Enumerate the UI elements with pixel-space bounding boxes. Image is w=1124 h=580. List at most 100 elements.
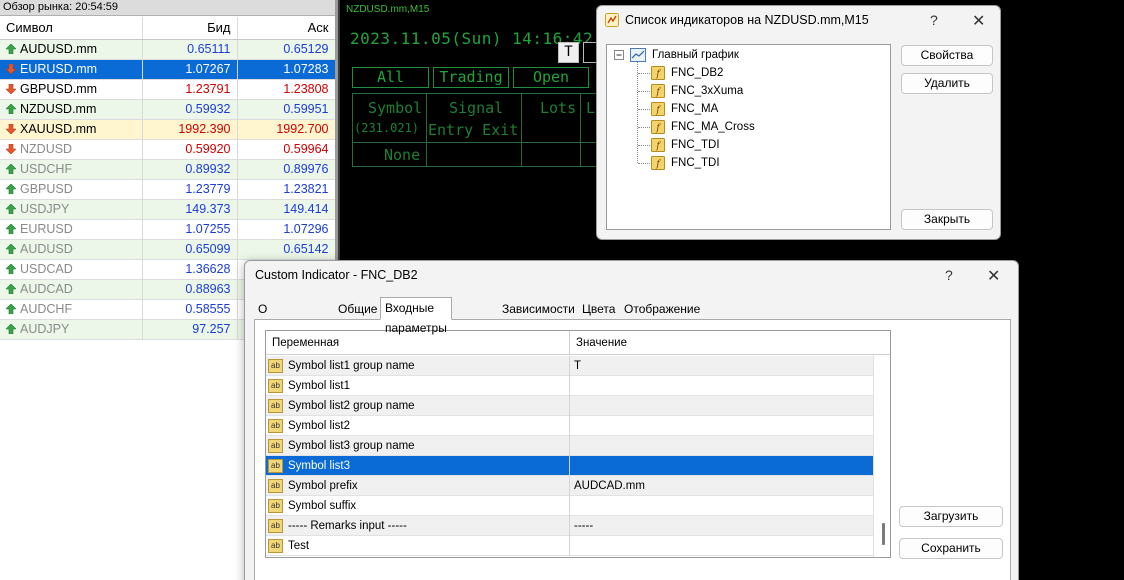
chart-grid-row-cell [521, 142, 581, 167]
parameter-row[interactable]: ab Symbol list1 [266, 376, 873, 396]
string-type-icon: ab [268, 379, 283, 393]
parameter-row[interactable]: ab Symbol suffix [266, 496, 873, 516]
bid-cell: 1992.390 [142, 119, 238, 140]
symbol-cell: USDCHF [0, 159, 143, 180]
chart-t-button[interactable]: T [558, 42, 579, 63]
column-header-ask[interactable]: Аск [237, 17, 336, 40]
market-watch-row[interactable]: USDJPY 149.373 149.414 [0, 199, 336, 220]
parameter-row[interactable]: ab Symbol list3 group name [266, 436, 873, 456]
market-watch-row[interactable]: USDCHF 0.89932 0.89976 [0, 159, 336, 180]
ask-cell: 1.07283 [237, 59, 336, 80]
parameter-row[interactable]: ab Symbol list2 group name [266, 396, 873, 416]
parameter-row[interactable]: ab Test [266, 536, 873, 556]
string-type-icon: ab [268, 499, 283, 513]
ask-cell: 0.65142 [237, 239, 336, 260]
indicator-icon: f [651, 102, 665, 116]
column-header-bid[interactable]: Бид [142, 17, 238, 40]
ask-cell: 1992.700 [237, 119, 336, 140]
parameter-row[interactable]: ab Symbol list2 [266, 416, 873, 436]
help-icon[interactable]: ? [945, 267, 953, 283]
parameters-grid[interactable]: Переменная Значение ab Symbol list1 group… [265, 330, 891, 558]
symbol-cell: EURUSD [0, 219, 143, 240]
market-watch-row[interactable]: EURUSD.mm 1.07267 1.07283 [0, 59, 336, 80]
tab-display[interactable]: Отображение [620, 300, 704, 319]
symbol-name: GBPUSD [20, 182, 73, 196]
tree-line [638, 73, 650, 74]
tree-item-indicator[interactable]: FNC_TDI [671, 157, 720, 169]
arrow-up-icon [6, 324, 16, 334]
column-divider [569, 476, 570, 496]
arrow-up-icon [6, 104, 16, 114]
collapse-icon[interactable] [614, 50, 624, 60]
market-watch-row[interactable]: GBPUSD 1.23779 1.23821 [0, 179, 336, 200]
tree-item-indicator[interactable]: FNC_3xXuma [671, 85, 743, 97]
symbol-cell: GBPUSD.mm [0, 79, 143, 100]
market-watch-row[interactable]: NZDUSD 0.59920 0.59964 [0, 139, 336, 160]
delete-button[interactable]: Удалить [901, 73, 993, 94]
string-type-icon: ab [268, 439, 283, 453]
dialog-title: Список индикаторов на NZDUSD.mm,M15 [625, 13, 869, 27]
symbol-name: USDCHF [20, 162, 73, 176]
market-watch-row[interactable]: EURUSD 1.07255 1.07296 [0, 219, 336, 240]
market-watch-row[interactable]: XAUUSD.mm 1992.390 1992.700 [0, 119, 336, 140]
market-watch-row[interactable]: GBPUSD.mm 1.23791 1.23808 [0, 79, 336, 100]
symbol-name: AUDCHF [20, 302, 73, 316]
parameter-value[interactable]: AUDCAD.mm [574, 476, 645, 496]
parameter-row[interactable]: ab ----- Remarks input ----- ----- [266, 516, 873, 536]
save-button[interactable]: Сохранить [899, 538, 1003, 559]
tree-item-indicator[interactable]: FNC_MA [671, 103, 718, 115]
symbol-cell: NZDUSD [0, 139, 143, 160]
symbol-name: AUDJPY [20, 322, 70, 336]
chart-grid-none: None [384, 146, 421, 164]
parameter-row[interactable]: ab Symbol list1 group name T [266, 356, 873, 376]
parameter-value[interactable]: T [574, 356, 581, 376]
column-header-value[interactable]: Значение [569, 331, 627, 355]
arrow-up-icon [6, 44, 16, 54]
close-icon[interactable]: ✕ [972, 11, 985, 31]
tree-line [638, 163, 650, 164]
symbol-name: AUDUSD.mm [20, 42, 98, 56]
parameter-value[interactable]: ----- [574, 516, 593, 536]
indicator-icon: f [651, 120, 665, 134]
column-header-variable[interactable]: Переменная [266, 331, 339, 355]
column-divider [569, 356, 570, 376]
chart-tab-trading[interactable]: Trading [433, 67, 509, 88]
close-button[interactable]: Закрыть [901, 209, 993, 230]
parameter-row[interactable]: ab Symbol list3 [266, 456, 873, 476]
market-watch-row[interactable]: AUDUSD.mm 0.65111 0.65129 [0, 39, 336, 60]
column-divider [569, 376, 570, 396]
close-icon[interactable]: ✕ [987, 266, 1000, 286]
bid-cell: 0.65111 [142, 39, 238, 60]
market-watch-row[interactable]: AUDUSD 0.65099 0.65142 [0, 239, 336, 260]
parameter-row[interactable]: ab Symbol prefix AUDCAD.mm [266, 476, 873, 496]
tab-colors[interactable]: Цвета [578, 300, 619, 319]
tree-root-main-chart[interactable]: Главный график [652, 49, 739, 61]
tree-item-indicator[interactable]: FNC_DB2 [671, 67, 723, 79]
tab-about[interactable]: О программе [254, 300, 323, 334]
chart-tab-open[interactable]: Open [513, 67, 589, 88]
column-header-symbol[interactable]: Символ [0, 17, 143, 40]
chart-tab-all[interactable]: All [352, 67, 429, 88]
parameter-name: ----- Remarks input ----- [288, 520, 407, 532]
arrow-down-icon [6, 124, 16, 134]
string-type-icon: ab [268, 419, 283, 433]
arrow-down-icon [6, 64, 16, 74]
parameter-name: Symbol prefix [288, 480, 358, 492]
indicators-tree[interactable]: Главный график f FNC_DB2 f FNC_3xXuma f FNC_M… [606, 44, 891, 230]
chart-window-icon [630, 48, 646, 62]
load-button[interactable]: Загрузить [899, 506, 1003, 527]
tab-dependencies[interactable]: Зависимости [498, 300, 579, 319]
tree-item-indicator[interactable]: FNC_TDI [671, 139, 720, 151]
scrollbar-thumb[interactable] [882, 523, 885, 545]
vertical-scrollbar[interactable] [873, 355, 890, 557]
tab-input-parameters[interactable]: Входные параметры [380, 297, 452, 335]
symbol-cell: AUDUSD [0, 239, 143, 260]
properties-button[interactable]: Свойства [901, 45, 993, 66]
tab-common[interactable]: Общие [334, 300, 381, 319]
ask-cell: 1.07296 [237, 219, 336, 240]
help-icon[interactable]: ? [930, 12, 938, 28]
market-watch-row[interactable]: NZDUSD.mm 0.59932 0.59951 [0, 99, 336, 120]
tree-item-indicator[interactable]: FNC_MA_Cross [671, 121, 755, 133]
chart-grid-symbol-header: Symbol [368, 99, 423, 117]
parameter-name: Symbol list1 group name [288, 360, 415, 372]
